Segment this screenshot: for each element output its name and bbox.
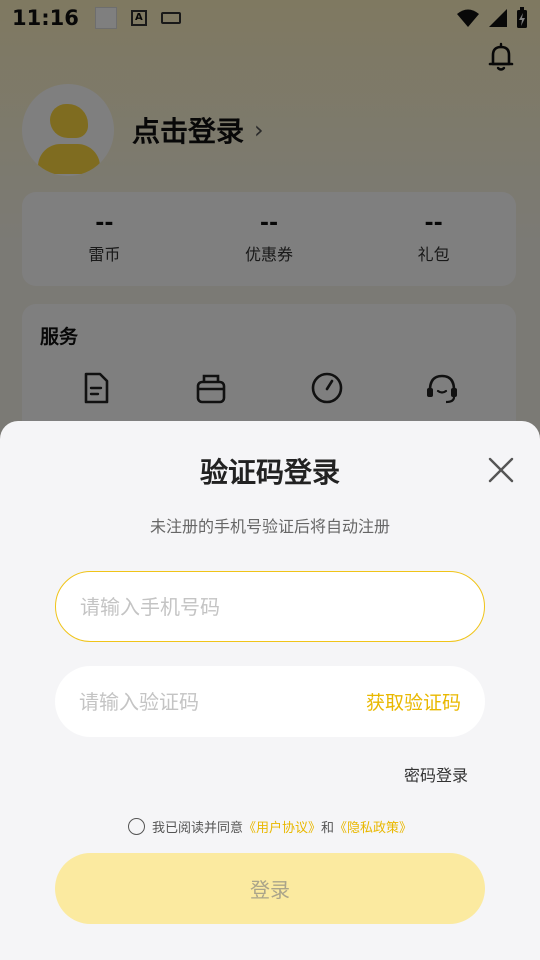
agreement-conjunction: 和 bbox=[321, 821, 335, 836]
verification-code-input[interactable] bbox=[79, 689, 366, 714]
user-agreement-link[interactable]: 《用户协议》 bbox=[243, 817, 321, 836]
agreement-radio[interactable] bbox=[127, 818, 145, 835]
agreement-row: 我已阅读并同意 《用户协议》 和 《隐私政策》 bbox=[0, 817, 540, 836]
verification-login-sheet: 验证码登录 未注册的手机号验证后将自动注册 获取验证码 密码登录 我已阅读并同意… bbox=[0, 421, 540, 960]
sheet-title: 验证码登录 bbox=[199, 456, 340, 489]
login-button[interactable]: 登录 bbox=[55, 853, 485, 924]
password-login-link[interactable]: 密码登录 bbox=[404, 762, 468, 786]
get-code-button[interactable]: 获取验证码 bbox=[366, 688, 461, 715]
phone-input[interactable] bbox=[80, 594, 460, 619]
phone-field[interactable] bbox=[55, 571, 485, 642]
privacy-policy-link[interactable]: 《隐私政策》 bbox=[334, 817, 412, 836]
code-field[interactable]: 获取验证码 bbox=[55, 666, 485, 737]
agreement-prefix: 我已阅读并同意 bbox=[151, 821, 243, 836]
close-icon[interactable] bbox=[486, 455, 516, 485]
sheet-subtitle: 未注册的手机号验证后将自动注册 bbox=[149, 517, 390, 536]
